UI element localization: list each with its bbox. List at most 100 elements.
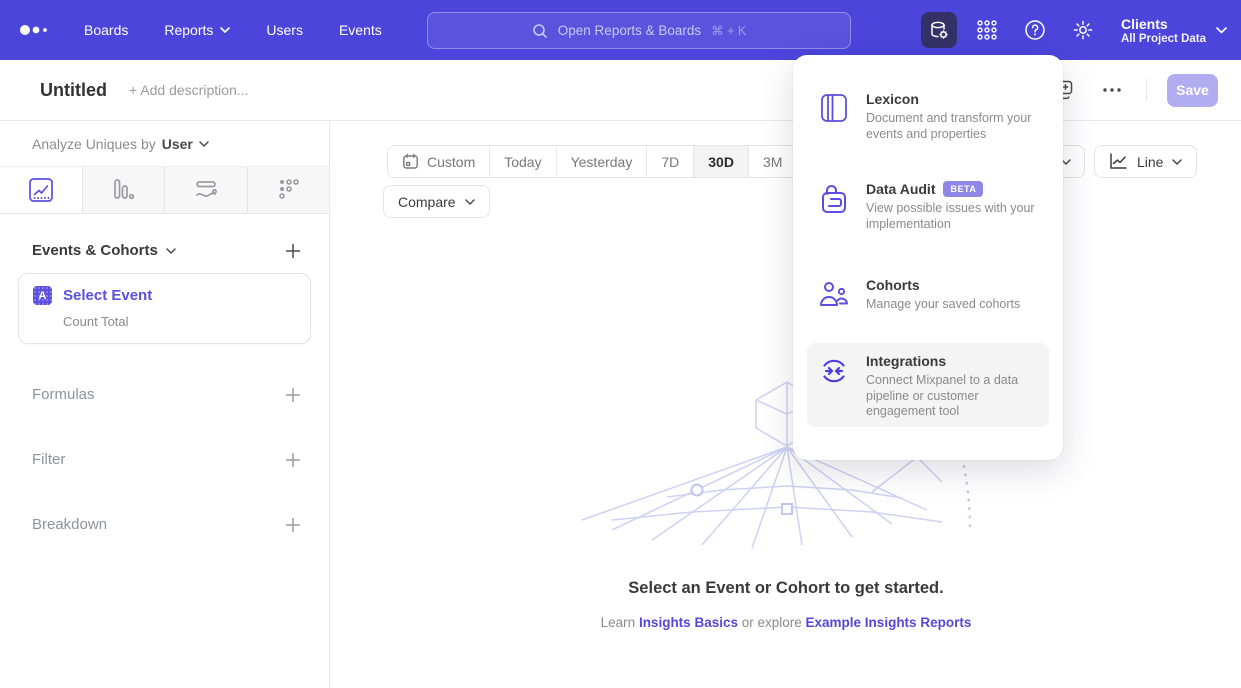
- events-section-title: Events & Cohorts: [32, 242, 158, 259]
- menu-item-title: Cohorts: [866, 277, 920, 293]
- filter-section: Filter: [0, 451, 329, 468]
- nav-item-reports[interactable]: Reports: [164, 22, 230, 38]
- more-options-button[interactable]: [1098, 76, 1126, 104]
- insights-basics-link[interactable]: Insights Basics: [639, 615, 738, 630]
- save-button[interactable]: Save: [1167, 74, 1218, 107]
- events-section-header: Events & Cohorts: [0, 242, 329, 259]
- query-builder-sidebar: Analyze Uniques by User: [0, 121, 330, 688]
- scatter-chart-icon: [274, 176, 302, 204]
- report-title[interactable]: Untitled: [40, 80, 107, 101]
- primary-nav: Boards Reports Users Events: [84, 22, 382, 38]
- chart-type-label: Line: [1137, 154, 1163, 170]
- settings-gear-icon: [1072, 19, 1094, 41]
- chart-type-dropdown[interactable]: Line: [1094, 145, 1197, 178]
- chevron-down-icon: [465, 199, 475, 205]
- date-range-30d[interactable]: 30D: [694, 146, 749, 177]
- date-range-7d[interactable]: 7D: [647, 146, 694, 177]
- data-management-button[interactable]: [921, 12, 957, 48]
- add-description-field[interactable]: + Add description...: [129, 82, 248, 98]
- search-placeholder: Open Reports & Boards: [558, 23, 701, 38]
- example-insights-reports-link[interactable]: Example Insights Reports: [806, 615, 972, 630]
- chevron-down-icon: [1172, 159, 1182, 165]
- date-range-label: 3M: [763, 154, 782, 170]
- analyze-uniques-dropdown[interactable]: User: [162, 136, 209, 152]
- menu-item-data-audit[interactable]: Data Audit BETA View possible issues wit…: [807, 171, 1049, 242]
- bar-chart-icon: [109, 176, 137, 204]
- add-formula-button[interactable]: [285, 387, 301, 403]
- report-canvas: Custom Today Yesterday 7D 30D 3M 6M Comp…: [331, 121, 1241, 688]
- add-breakdown-button[interactable]: [285, 517, 301, 533]
- tab-bar-chart[interactable]: [83, 167, 166, 213]
- menu-item-description: Connect Mixpanel to a data pipeline or c…: [866, 373, 1040, 420]
- empty-state-links: Learn Insights Basics or explore Example…: [331, 615, 1241, 630]
- compare-dropdown[interactable]: Compare: [383, 185, 490, 218]
- menu-item-title: Integrations: [866, 353, 946, 369]
- learn-prefix: Learn: [601, 615, 639, 630]
- add-filter-button[interactable]: [285, 452, 301, 468]
- chevron-down-icon: [199, 141, 209, 147]
- apps-grid-button[interactable]: [969, 12, 1005, 48]
- empty-state: Select an Event or Cohort to get started…: [331, 579, 1241, 630]
- app-window: Boards Reports Users Events Open Reports…: [0, 0, 1241, 688]
- date-range-control: Custom Today Yesterday 7D 30D 3M 6M: [387, 145, 846, 178]
- report-actions: Save: [1050, 74, 1218, 107]
- divider: [1146, 79, 1147, 101]
- or-explore-text: or explore: [738, 615, 806, 630]
- menu-item-title: Lexicon: [866, 91, 919, 107]
- apps-grid-icon: [976, 19, 998, 41]
- date-range-label: Yesterday: [571, 154, 633, 170]
- tab-line-chart[interactable]: [0, 167, 83, 213]
- date-range-label: Custom: [427, 154, 475, 170]
- formulas-section: Formulas: [0, 386, 329, 403]
- tab-scatter-chart[interactable]: [248, 167, 330, 213]
- settings-button[interactable]: [1065, 12, 1101, 48]
- project-switcher[interactable]: Clients All Project Data: [1121, 16, 1227, 45]
- date-range-label: 30D: [708, 154, 734, 170]
- date-range-label: Today: [504, 154, 541, 170]
- date-range-label: 7D: [661, 154, 679, 170]
- help-button[interactable]: [1017, 12, 1053, 48]
- nav-item-events[interactable]: Events: [339, 22, 382, 38]
- flow-chart-icon: [192, 176, 220, 204]
- menu-item-cohorts[interactable]: Cohorts Manage your saved cohorts: [807, 267, 1049, 323]
- date-range-3m[interactable]: 3M: [749, 146, 797, 177]
- plus-icon: [285, 243, 301, 259]
- nav-item-users[interactable]: Users: [266, 22, 303, 38]
- event-card[interactable]: A Select Event Count Total: [18, 273, 311, 344]
- navbar-actions: Clients All Project Data: [921, 0, 1227, 60]
- nav-item-boards[interactable]: Boards: [84, 22, 128, 38]
- global-search-input[interactable]: Open Reports & Boards ⌘ + K: [427, 12, 851, 49]
- search-shortcut: ⌘ + K: [711, 23, 746, 38]
- plus-icon: [285, 452, 301, 468]
- select-event-label[interactable]: Select Event: [63, 287, 152, 304]
- date-range-custom[interactable]: Custom: [388, 146, 490, 177]
- menu-item-description: Document and transform your events and p…: [866, 111, 1040, 142]
- nav-item-label: Users: [266, 22, 303, 38]
- plus-icon: [285, 517, 301, 533]
- events-cohorts-dropdown[interactable]: Events & Cohorts: [32, 242, 176, 259]
- date-range-today[interactable]: Today: [490, 146, 556, 177]
- audit-lock-icon: [819, 183, 849, 215]
- help-icon: [1024, 19, 1046, 41]
- filter-label: Filter: [32, 451, 65, 468]
- menu-item-title: Data Audit: [866, 181, 935, 197]
- menu-item-integrations[interactable]: Integrations Connect Mixpanel to a data …: [807, 343, 1049, 427]
- menu-item-description: Manage your saved cohorts: [866, 297, 1020, 313]
- add-event-button[interactable]: [285, 243, 301, 259]
- event-letter-badge: A: [33, 286, 52, 305]
- date-range-yesterday[interactable]: Yesterday: [557, 146, 648, 177]
- analyze-label: Analyze Uniques by: [32, 136, 156, 152]
- breakdown-label: Breakdown: [32, 516, 107, 533]
- chart-type-tabs: [0, 166, 329, 214]
- line-chart-icon: [1109, 153, 1128, 170]
- empty-state-heading: Select an Event or Cohort to get started…: [331, 579, 1241, 598]
- data-management-popover: Lexicon Document and transform your even…: [793, 55, 1063, 460]
- tab-flow-chart[interactable]: [165, 167, 248, 213]
- mixpanel-logo-icon[interactable]: [18, 22, 58, 38]
- ellipsis-icon: [1103, 88, 1121, 92]
- count-total-dropdown[interactable]: Count Total: [63, 314, 296, 329]
- menu-item-description: View possible issues with your implement…: [866, 201, 1040, 232]
- nav-item-label: Events: [339, 22, 382, 38]
- breakdown-section: Breakdown: [0, 516, 329, 533]
- menu-item-lexicon[interactable]: Lexicon Document and transform your even…: [807, 81, 1049, 152]
